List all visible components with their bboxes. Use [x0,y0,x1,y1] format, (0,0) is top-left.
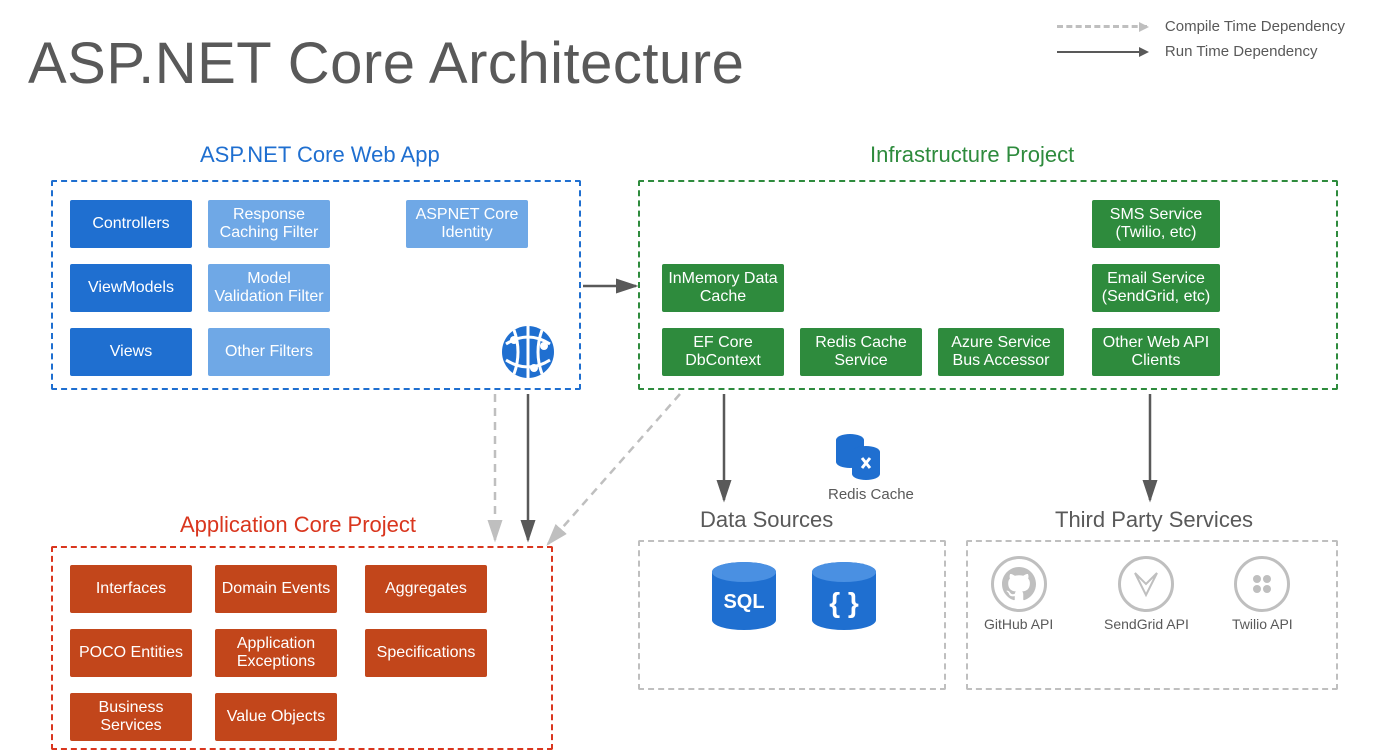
box-inmemory-data-cache: InMemory Data Cache [662,264,784,312]
box-specifications: Specifications [365,629,487,677]
legend-runtime: Run Time Dependency [1057,43,1345,60]
box-business-services: Business Services [70,693,192,741]
box-azure-service-bus-accessor: Azure Service Bus Accessor [938,328,1064,376]
box-ef-core-dbcontext: EF Core DbContext [662,328,784,376]
twilio-api-icon: Twilio API [1232,556,1293,632]
sql-database-icon: SQL [708,560,780,643]
box-domain-events: Domain Events [215,565,337,613]
legend-runtime-label: Run Time Dependency [1165,43,1318,60]
svg-text:{ }: { } [829,587,859,618]
box-interfaces: Interfaces [70,565,192,613]
label-redis-cache: Redis Cache [828,486,914,503]
box-sms-service: SMS Service (Twilio, etc) [1092,200,1220,248]
box-views: Views [70,328,192,376]
box-application-exceptions: Application Exceptions [215,629,337,677]
label-twilio-api: Twilio API [1232,616,1293,632]
label-sendgrid-api: SendGrid API [1104,616,1189,632]
legend-compile-label: Compile Time Dependency [1165,18,1345,35]
panel-data-sources [638,540,946,690]
box-other-web-api-clients: Other Web API Clients [1092,328,1220,376]
box-controllers: Controllers [70,200,192,248]
box-viewmodels: ViewModels [70,264,192,312]
label-github-api: GitHub API [984,616,1053,632]
svg-text:SQL: SQL [723,591,764,613]
box-other-filters: Other Filters [208,328,330,376]
section-title-third-party: Third Party Services [1055,507,1253,533]
box-redis-cache-service: Redis Cache Service [800,328,922,376]
twilio-icon [1234,556,1290,612]
legend: Compile Time Dependency Run Time Depende… [1057,18,1345,68]
page-title: ASP.NET Core Architecture [28,30,744,97]
github-icon [991,556,1047,612]
section-title-core: Application Core Project [180,512,416,538]
github-api-icon: GitHub API [984,556,1053,632]
sendgrid-icon [1118,556,1174,612]
box-value-objects: Value Objects [215,693,337,741]
box-aspnet-core-identity: ASPNET Core Identity [406,200,528,248]
box-poco-entities: POCO Entities [70,629,192,677]
nosql-database-icon: { } [808,560,880,643]
sendgrid-api-icon: SendGrid API [1104,556,1189,632]
globe-icon [500,324,556,385]
box-email-service: Email Service (SendGrid, etc) [1092,264,1220,312]
legend-compile: Compile Time Dependency [1057,18,1345,35]
redis-icon [834,430,882,487]
section-title-webapp: ASP.NET Core Web App [200,142,440,168]
box-response-caching-filter: Response Caching Filter [208,200,330,248]
box-aggregates: Aggregates [365,565,487,613]
section-title-data-sources: Data Sources [700,507,833,533]
section-title-infrastructure: Infrastructure Project [870,142,1074,168]
dashed-arrow-icon [1057,25,1147,28]
solid-arrow-icon [1057,51,1147,53]
box-model-validation-filter: Model Validation Filter [208,264,330,312]
